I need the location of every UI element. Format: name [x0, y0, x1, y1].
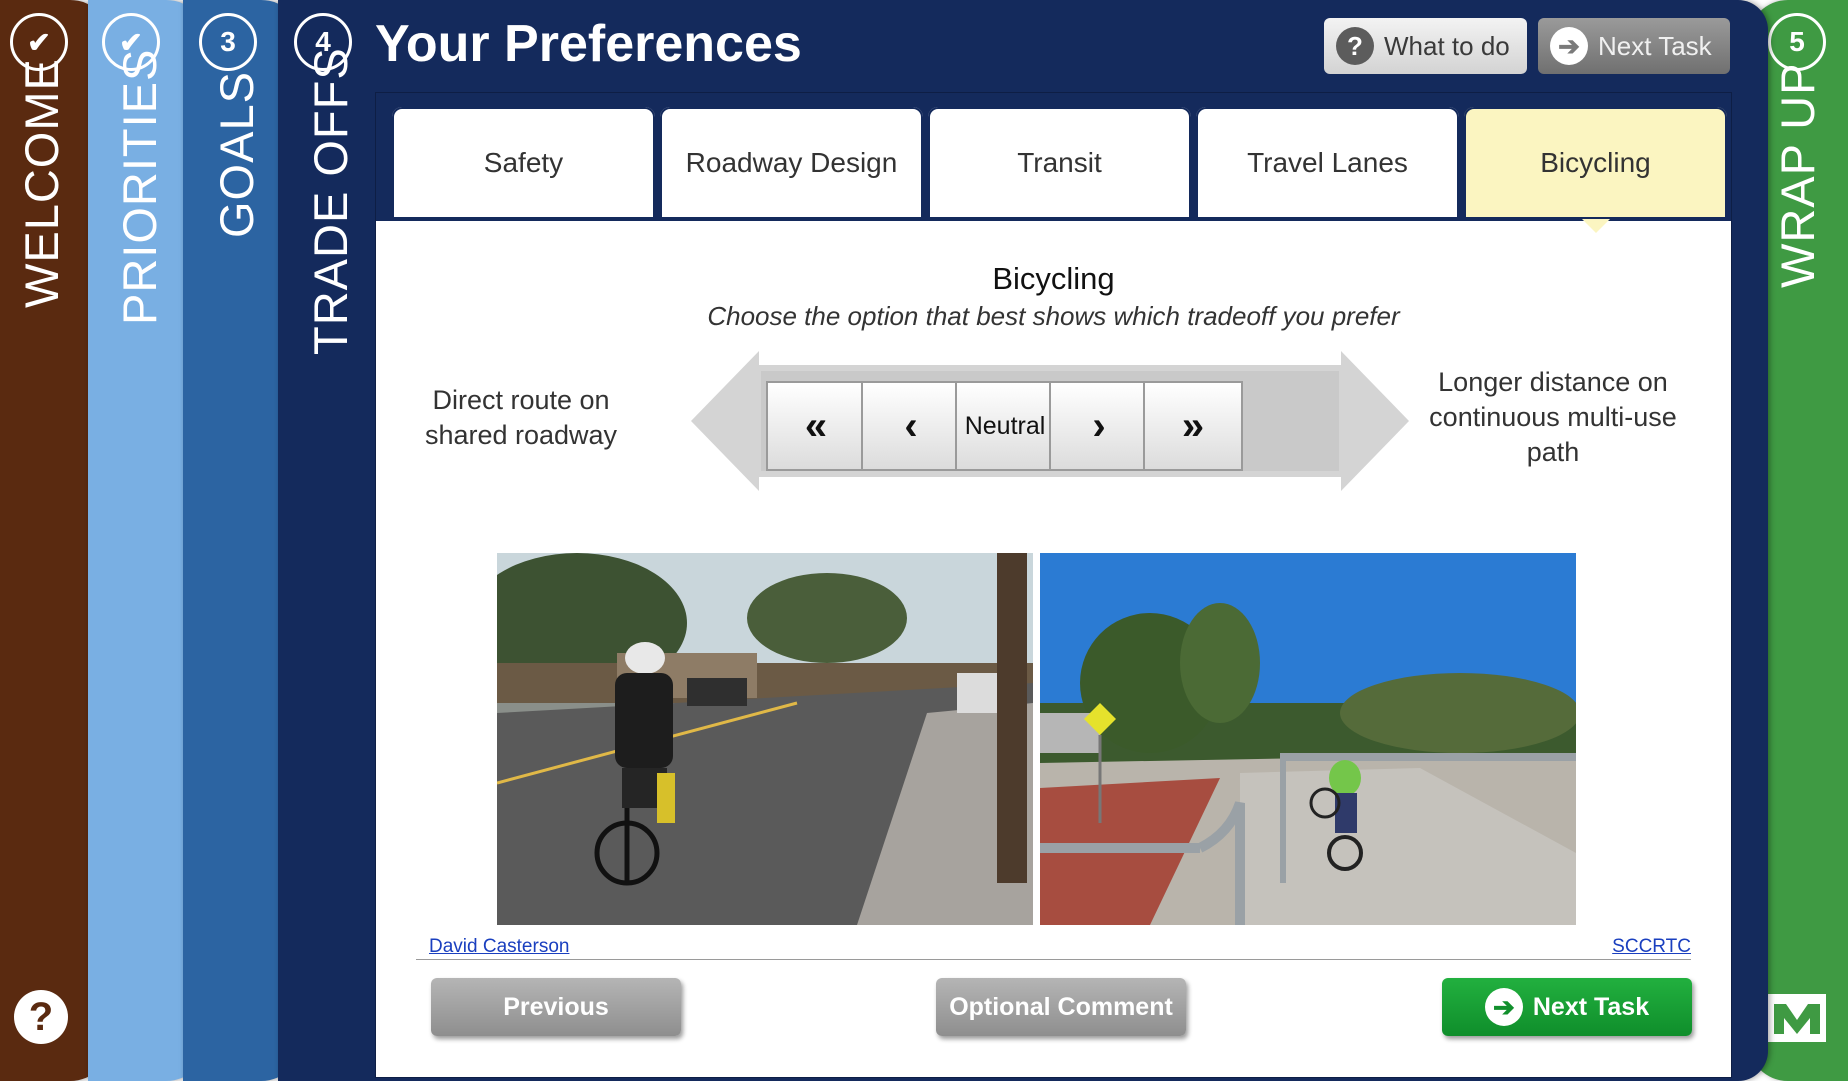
- goals-step-number: 3: [199, 13, 257, 71]
- preference-slider: « ‹ Neutral › »: [691, 351, 1409, 491]
- mtc-logo-icon: [1768, 994, 1826, 1042]
- tab-travel-lanes[interactable]: Travel Lanes: [1196, 107, 1459, 219]
- header-next-task-button[interactable]: ➔ Next Task: [1538, 18, 1730, 74]
- right-button[interactable]: ›: [1049, 381, 1149, 471]
- wrapup-label: WRAP UP: [1771, 62, 1824, 289]
- goals-label: GOALS: [210, 71, 263, 238]
- shared-roadway-photo: [497, 553, 1033, 925]
- tradeoffs-label: TRADE OFFS: [304, 47, 357, 355]
- left-button[interactable]: ‹: [861, 381, 961, 471]
- help-question-icon[interactable]: ?: [14, 990, 68, 1044]
- neutral-button[interactable]: Neutral: [955, 381, 1055, 471]
- what-to-do-label: What to do: [1384, 30, 1510, 61]
- divider: [416, 959, 1691, 960]
- arrow-right-circle-icon: ➔: [1484, 988, 1523, 1026]
- right-option-label: Longer distance on continuous multi-use …: [1429, 367, 1677, 467]
- tab-bicycling[interactable]: Bicycling: [1464, 107, 1727, 233]
- optional-comment-button[interactable]: Optional Comment: [936, 978, 1186, 1036]
- multi-use-path-photo: [1040, 553, 1576, 925]
- category-tabs: Safety Roadway Design Transit Travel Lan…: [392, 107, 1727, 233]
- question-subtitle: Choose the option that best shows which …: [707, 301, 1400, 331]
- tab-roadway-design[interactable]: Roadway Design: [660, 107, 923, 219]
- header-next-task-label: Next Task: [1598, 30, 1712, 61]
- left-photo-credit-link[interactable]: David Casterson: [429, 936, 569, 958]
- priorities-label: PRIORITIES: [113, 48, 166, 325]
- tab-transit[interactable]: Transit: [928, 107, 1191, 219]
- arrow-right-circle-icon: ➔: [1550, 27, 1588, 65]
- left-option-label: Direct route on shared roadway: [424, 385, 618, 450]
- previous-button[interactable]: Previous: [431, 978, 681, 1036]
- welcome-label: WELCOME: [15, 58, 68, 308]
- question-circle-icon: ?: [1336, 27, 1374, 65]
- strong-right-button[interactable]: »: [1143, 381, 1243, 471]
- tab-safety[interactable]: Safety: [392, 107, 655, 219]
- question-title: Bicycling: [992, 261, 1115, 296]
- app-stage: ✔ WELCOME ? ✔ PRIORITIES 3 GOALS 4 TRADE…: [0, 0, 1848, 1081]
- right-photo-credit-link[interactable]: SCCRTC: [1612, 936, 1691, 958]
- page-title: Your Preferences: [375, 15, 802, 73]
- strong-left-button[interactable]: «: [766, 381, 866, 471]
- what-to-do-button[interactable]: ? What to do: [1324, 18, 1527, 74]
- next-task-label: Next Task: [1532, 992, 1650, 1021]
- next-task-button[interactable]: ➔ Next Task: [1442, 978, 1692, 1036]
- tradeoff-card: Safety Roadway Design Transit Travel Lan…: [375, 92, 1732, 1078]
